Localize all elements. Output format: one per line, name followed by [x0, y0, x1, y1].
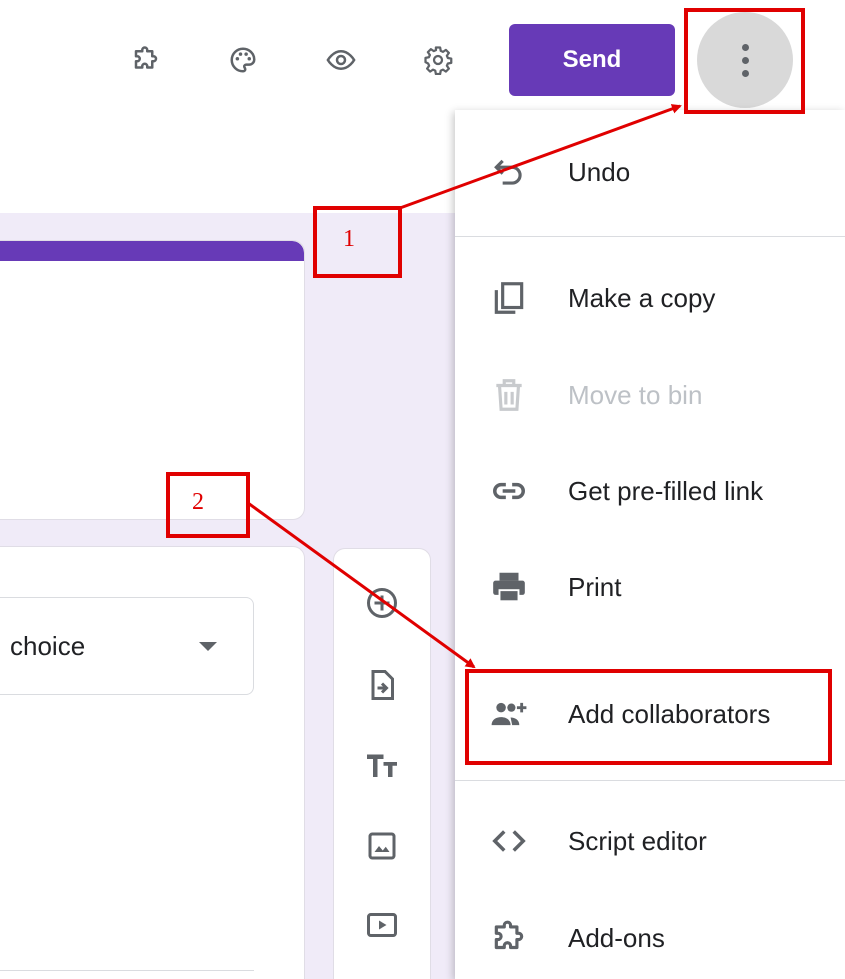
menu-divider — [455, 236, 845, 237]
question-divider — [0, 970, 254, 971]
annotation-step1-label: 1 — [343, 226, 355, 252]
annotation-box-step2 — [166, 472, 250, 538]
menu-item-script-editor[interactable]: Script editor — [455, 796, 845, 886]
annotation-step2-label: 2 — [192, 489, 204, 515]
print-icon — [485, 563, 533, 611]
question-type-value: choice — [10, 630, 86, 661]
menu-item-make-copy[interactable]: Make a copy — [455, 253, 845, 343]
settings-gear-icon[interactable] — [414, 36, 462, 84]
add-title-icon[interactable] — [358, 741, 406, 789]
question-type-select[interactable]: choice — [0, 597, 254, 695]
menu-item-label: Make a copy — [568, 282, 716, 313]
dropdown-caret-icon — [199, 641, 217, 651]
trash-icon — [485, 371, 533, 419]
palette-icon[interactable] — [219, 36, 267, 84]
menu-item-move-to-bin: Move to bin — [455, 350, 845, 440]
menu-item-label: Print — [568, 571, 622, 602]
menu-divider — [455, 780, 845, 781]
menu-item-label: Undo — [568, 156, 631, 187]
link-icon — [485, 467, 533, 515]
question-card[interactable]: choice — [0, 546, 305, 979]
menu-item-print[interactable]: Print — [455, 542, 845, 632]
menu-item-add-ons[interactable]: Add-ons — [455, 893, 845, 979]
add-question-icon[interactable] — [358, 579, 406, 627]
send-button[interactable]: Send — [509, 24, 675, 96]
form-title-card[interactable] — [0, 240, 305, 520]
more-options-menu: Undo Make a copy Move to bin Get pre-fil… — [455, 110, 845, 979]
menu-item-label: Move to bin — [568, 379, 703, 410]
floating-toolbar — [333, 548, 431, 979]
add-image-icon[interactable] — [358, 822, 406, 870]
import-questions-icon[interactable] — [358, 661, 406, 709]
undo-icon — [485, 148, 533, 196]
menu-item-label: Add-ons — [568, 922, 665, 953]
addon-puzzle-icon[interactable] — [122, 36, 170, 84]
preview-eye-icon[interactable] — [317, 36, 365, 84]
annotation-box-more-button — [684, 8, 805, 114]
addon-puzzle-icon — [485, 914, 533, 962]
menu-item-label: Script editor — [568, 825, 707, 856]
annotation-box-step1 — [313, 206, 402, 278]
add-video-icon[interactable] — [358, 901, 406, 949]
menu-item-undo[interactable]: Undo — [455, 127, 845, 217]
annotation-box-add-collaborators — [465, 669, 832, 765]
menu-item-label: Get pre-filled link — [568, 475, 764, 506]
title-card-accent-bar — [0, 241, 304, 261]
copy-icon — [485, 274, 533, 322]
code-icon — [485, 817, 533, 865]
menu-item-prefilled-link[interactable]: Get pre-filled link — [455, 446, 845, 536]
